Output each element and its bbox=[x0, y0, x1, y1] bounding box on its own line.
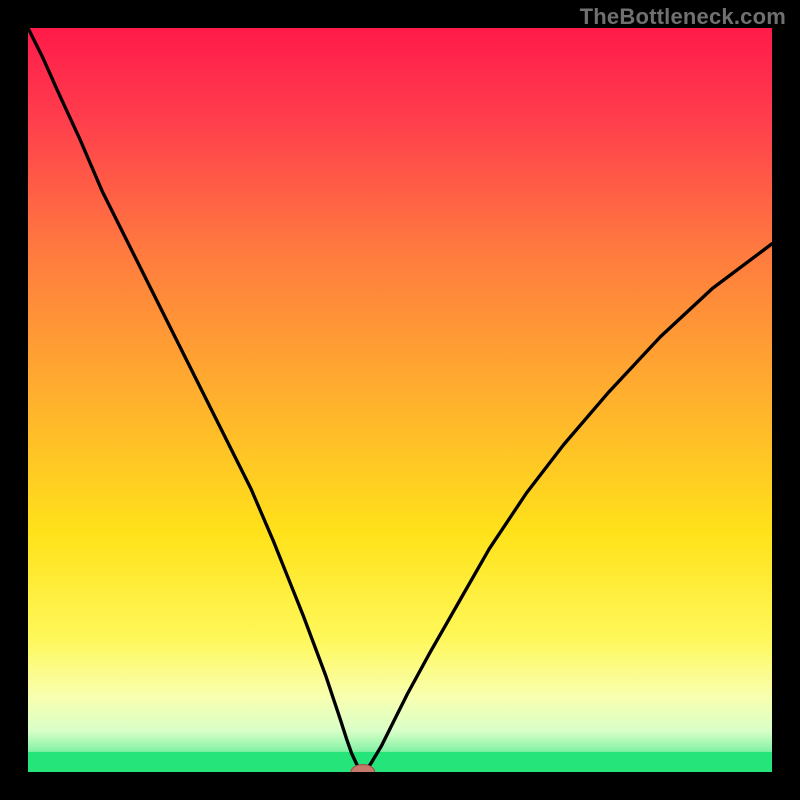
watermark-text: TheBottleneck.com bbox=[580, 4, 786, 30]
bottleneck-plot bbox=[28, 28, 772, 772]
gradient-background bbox=[28, 28, 772, 772]
chart-frame: TheBottleneck.com bbox=[0, 0, 800, 800]
green-band bbox=[28, 752, 772, 772]
